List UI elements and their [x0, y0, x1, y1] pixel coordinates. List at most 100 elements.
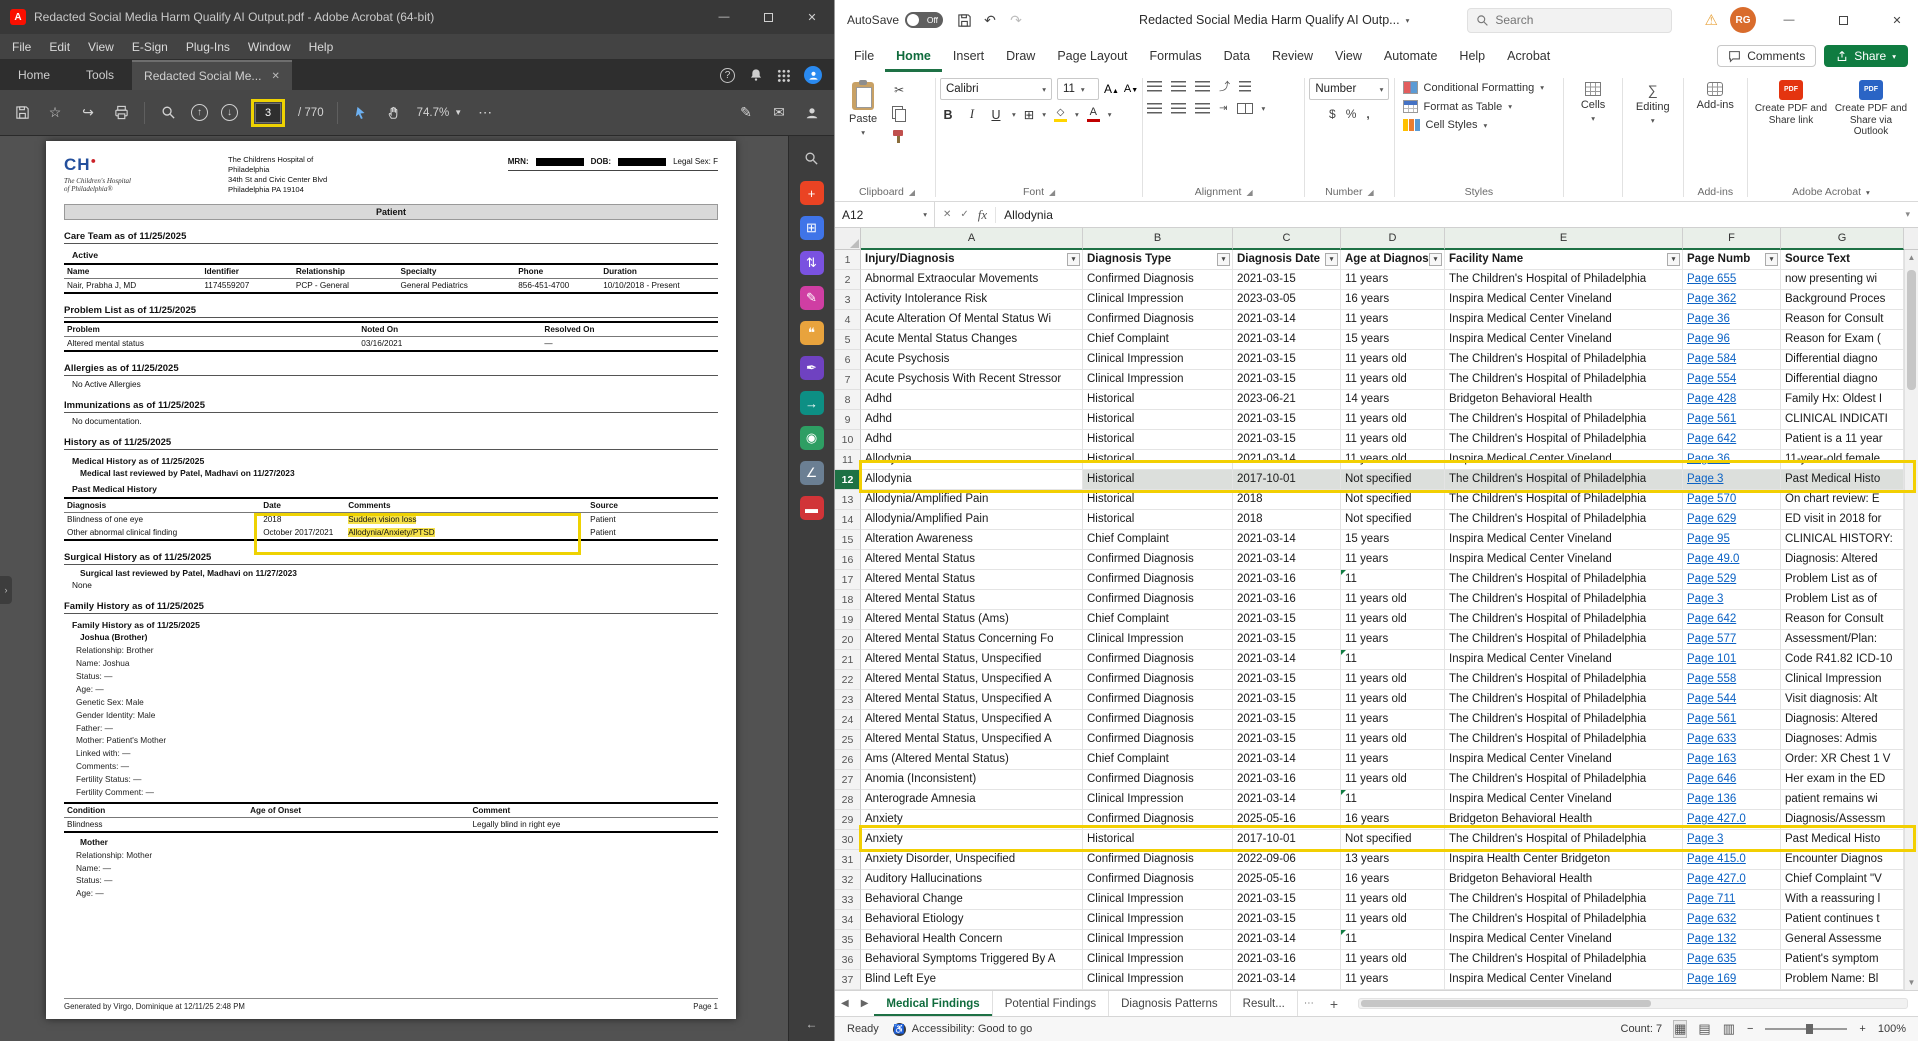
cell-F31[interactable]: Page 415.0 — [1683, 850, 1781, 870]
fill-color-icon[interactable]: ◇ — [1054, 108, 1067, 122]
row-number-8[interactable]: 8 — [835, 390, 861, 410]
cell-E31[interactable]: Inspira Health Center Bridgeton — [1445, 850, 1683, 870]
cell-D22[interactable]: 11 years old — [1341, 670, 1445, 690]
row-number-4[interactable]: 4 — [835, 310, 861, 330]
filter-button[interactable]: ▾ — [1765, 253, 1778, 266]
cell-G26[interactable]: Order: XR Chest 1 V — [1781, 750, 1904, 770]
row-number-21[interactable]: 21 — [835, 650, 861, 670]
cell-A3[interactable]: Activity Intolerance Risk — [861, 290, 1083, 310]
cell-F26[interactable]: Page 163 — [1683, 750, 1781, 770]
print-icon[interactable] — [111, 103, 131, 123]
ribbon-collapse-icon[interactable]: ▾ — [1866, 188, 1870, 197]
cell-G29[interactable]: Diagnosis/Assessm — [1781, 810, 1904, 830]
cell-A8[interactable]: Adhd — [861, 390, 1083, 410]
row-number-27[interactable]: 27 — [835, 770, 861, 790]
cell-E27[interactable]: The Children's Hospital of Philadelphia — [1445, 770, 1683, 790]
cell-G30[interactable]: Past Medical Histo — [1781, 830, 1904, 850]
cell-G32[interactable]: Chief Complaint "V — [1781, 870, 1904, 890]
cell-D25[interactable]: 11 years old — [1341, 730, 1445, 750]
cell-C28[interactable]: 2021-03-14 — [1233, 790, 1341, 810]
cell-D34[interactable]: 11 years old — [1341, 910, 1445, 930]
cell-A12[interactable]: Allodynia — [861, 470, 1083, 490]
cell-A31[interactable]: Anxiety Disorder, Unspecified — [861, 850, 1083, 870]
cell-E33[interactable]: The Children's Hospital of Philadelphia — [1445, 890, 1683, 910]
cell-C33[interactable]: 2021-03-15 — [1233, 890, 1341, 910]
create-pdf-share-link-button[interactable]: PDF Create PDF and Share link — [1752, 78, 1830, 126]
column-header-B[interactable]: B — [1083, 228, 1233, 250]
excel-minimize-button[interactable]: — — [1768, 0, 1810, 40]
column-header-D[interactable]: D — [1341, 228, 1445, 250]
cell-F15[interactable]: Page 95 — [1683, 530, 1781, 550]
vertical-scrollbar[interactable]: ▲ ▼ — [1904, 250, 1918, 990]
addins-button[interactable]: Add-ins — [1691, 78, 1740, 115]
row-number-11[interactable]: 11 — [835, 450, 861, 470]
cell-D14[interactable]: Not specified — [1341, 510, 1445, 530]
cell-F4[interactable]: Page 36 — [1683, 310, 1781, 330]
cell-E26[interactable]: Inspira Medical Center Vineland — [1445, 750, 1683, 770]
cell-B9[interactable]: Historical — [1083, 410, 1233, 430]
cell-G20[interactable]: Assessment/Plan: — [1781, 630, 1904, 650]
cell-B24[interactable]: Confirmed Diagnosis — [1083, 710, 1233, 730]
format-as-table-button[interactable]: Format as Table▾ — [1399, 97, 1516, 116]
column-header-F[interactable]: F — [1683, 228, 1781, 250]
row-number-23[interactable]: 23 — [835, 690, 861, 710]
cell-F6[interactable]: Page 584 — [1683, 350, 1781, 370]
alignment-dialog-launcher[interactable]: ◢ — [1246, 188, 1252, 197]
cell-G36[interactable]: Patient's symptom — [1781, 950, 1904, 970]
cell-D12[interactable]: Not specified — [1341, 470, 1445, 490]
share-button[interactable]: Share▾ — [1824, 45, 1908, 67]
align-bottom-icon[interactable] — [1195, 81, 1210, 92]
sheet-tab-medical-findings[interactable]: Medical Findings — [874, 991, 992, 1016]
cell-G12[interactable]: Past Medical Histo — [1781, 470, 1904, 490]
organize-pages-icon[interactable]: ⇅ — [800, 251, 824, 275]
expand-formula-bar-icon[interactable]: ▾ — [1905, 209, 1918, 220]
cell-F8[interactable]: Page 428 — [1683, 390, 1781, 410]
enter-icon[interactable]: ✓ — [960, 209, 968, 220]
cell-A19[interactable]: Altered Mental Status (Ams) — [861, 610, 1083, 630]
row-number-33[interactable]: 33 — [835, 890, 861, 910]
cell-G15[interactable]: CLINICAL HISTORY: — [1781, 530, 1904, 550]
cell-F37[interactable]: Page 169 — [1683, 970, 1781, 990]
cell-B12[interactable]: Historical — [1083, 470, 1233, 490]
filter-button[interactable]: ▾ — [1325, 253, 1338, 266]
zoom-in-icon[interactable]: + — [1859, 1023, 1865, 1035]
cell-F18[interactable]: Page 3 — [1683, 590, 1781, 610]
cell-D13[interactable]: Not specified — [1341, 490, 1445, 510]
cell-B13[interactable]: Historical — [1083, 490, 1233, 510]
row-number-20[interactable]: 20 — [835, 630, 861, 650]
cell-C11[interactable]: 2021-03-14 — [1233, 450, 1341, 470]
cell-B33[interactable]: Clinical Impression — [1083, 890, 1233, 910]
cell-A30[interactable]: Anxiety — [861, 830, 1083, 850]
row-number-13[interactable]: 13 — [835, 490, 861, 510]
collapse-panel-icon[interactable]: ← — [789, 1017, 834, 1031]
insert-function-icon[interactable]: fx — [978, 207, 987, 223]
cell-B25[interactable]: Confirmed Diagnosis — [1083, 730, 1233, 750]
cell-B19[interactable]: Chief Complaint — [1083, 610, 1233, 630]
name-box[interactable]: A12▾ — [835, 202, 935, 227]
orientation-icon[interactable]: ⤴ — [1219, 78, 1230, 94]
cell-D37[interactable]: 11 years — [1341, 970, 1445, 990]
cell-E36[interactable]: The Children's Hospital of Philadelphia — [1445, 950, 1683, 970]
save-icon[interactable] — [951, 7, 977, 33]
cell-G25[interactable]: Diagnoses: Admis — [1781, 730, 1904, 750]
cell-F7[interactable]: Page 554 — [1683, 370, 1781, 390]
cell-C20[interactable]: 2021-03-15 — [1233, 630, 1341, 650]
cell-G31[interactable]: Encounter Diagnos — [1781, 850, 1904, 870]
cell-G37[interactable]: Problem Name: Bl — [1781, 970, 1904, 990]
sheet-tab-results[interactable]: Result... — [1231, 991, 1298, 1016]
cell-C4[interactable]: 2021-03-14 — [1233, 310, 1341, 330]
cell-F20[interactable]: Page 577 — [1683, 630, 1781, 650]
cell-B32[interactable]: Confirmed Diagnosis — [1083, 870, 1233, 890]
sheet-tab-diagnosis-patterns[interactable]: Diagnosis Patterns — [1109, 991, 1231, 1016]
cell-A4[interactable]: Acute Alteration Of Mental Status Wi — [861, 310, 1083, 330]
row-number-28[interactable]: 28 — [835, 790, 861, 810]
cell-F10[interactable]: Page 642 — [1683, 430, 1781, 450]
excel-close-button[interactable]: ✕ — [1876, 0, 1918, 40]
cell-E9[interactable]: The Children's Hospital of Philadelphia — [1445, 410, 1683, 430]
search-icon[interactable] — [158, 103, 178, 123]
undo-icon[interactable]: ↶ — [977, 7, 1003, 33]
cell-F24[interactable]: Page 561 — [1683, 710, 1781, 730]
row-number-26[interactable]: 26 — [835, 750, 861, 770]
cell-A6[interactable]: Acute Psychosis — [861, 350, 1083, 370]
search-input[interactable] — [1495, 13, 1645, 27]
